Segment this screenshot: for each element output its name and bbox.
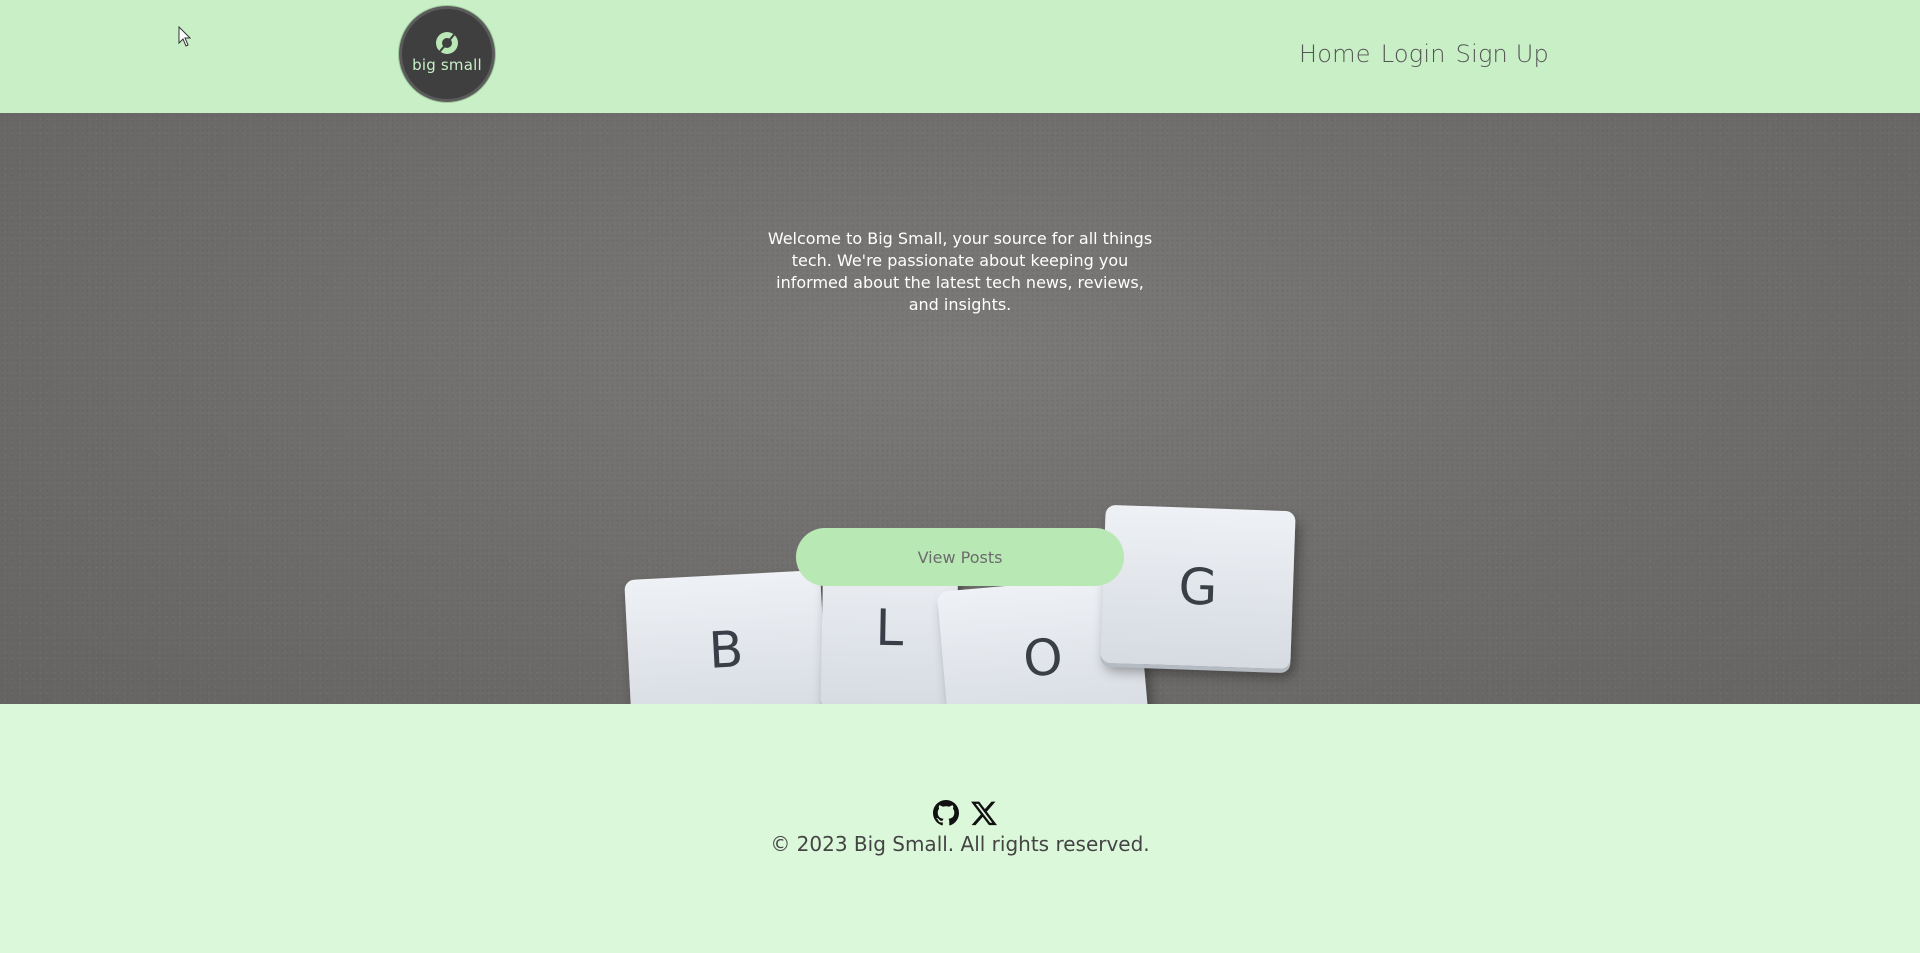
- aperture-icon: [436, 32, 458, 54]
- keycap-b: B: [624, 569, 828, 704]
- nav-login-link[interactable]: Login: [1381, 40, 1446, 68]
- site-footer: © 2023 Big Small. All rights reserved.: [0, 704, 1920, 953]
- nav-signup-link[interactable]: Sign Up: [1456, 40, 1549, 68]
- view-posts-button[interactable]: View Posts: [796, 528, 1124, 586]
- x-icon[interactable]: [971, 800, 997, 826]
- main-nav: Home Login Sign Up: [1299, 40, 1549, 68]
- nav-home-link[interactable]: Home: [1299, 40, 1371, 68]
- hero-intro-text: Welcome to Big Small, your source for al…: [767, 229, 1153, 314]
- site-header: big small Home Login Sign Up: [0, 0, 1920, 113]
- hero-section: Welcome to Big Small, your source for al…: [0, 113, 1920, 704]
- social-links: [933, 800, 997, 826]
- site-logo[interactable]: big small: [399, 6, 495, 102]
- mouse-cursor-icon: [178, 26, 192, 47]
- keycap-g: G: [1100, 504, 1296, 670]
- github-icon[interactable]: [933, 800, 959, 826]
- copyright-text: © 2023 Big Small. All rights reserved.: [770, 832, 1150, 856]
- logo-text: big small: [412, 56, 482, 74]
